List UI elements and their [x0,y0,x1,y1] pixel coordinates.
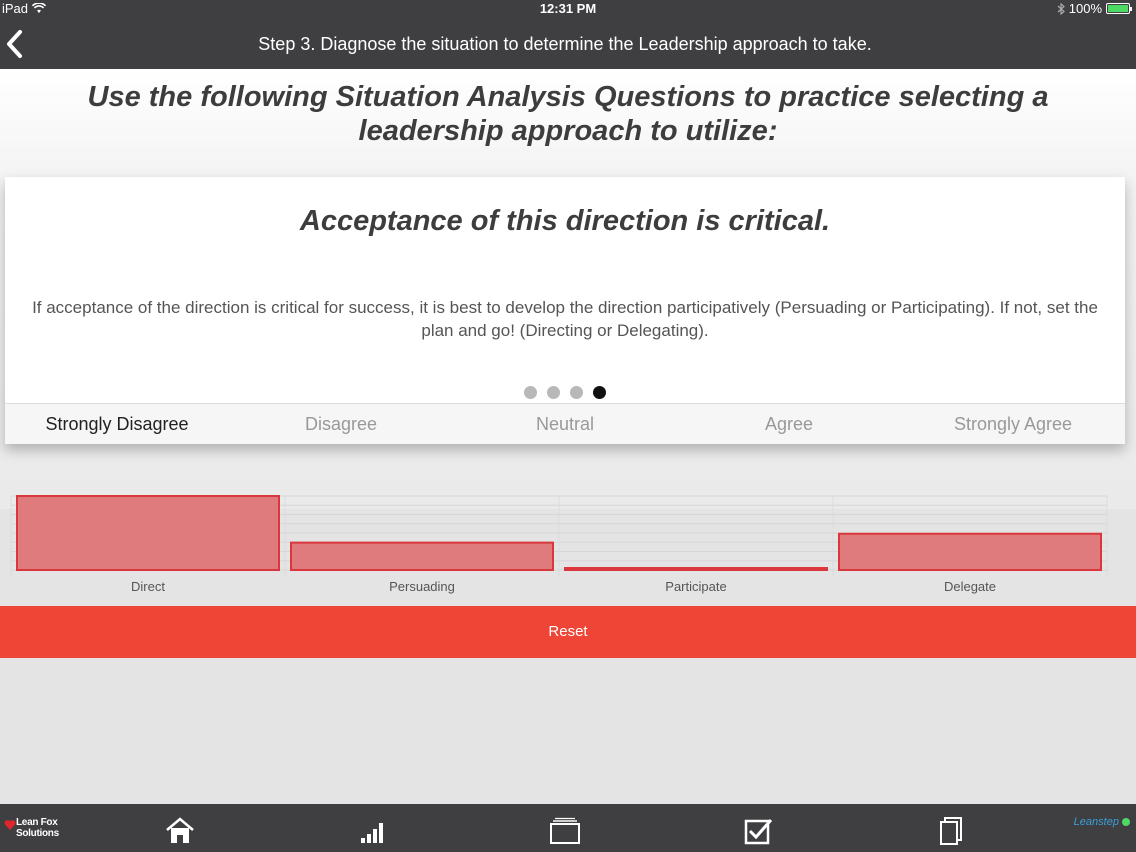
page-dot[interactable] [570,386,583,399]
battery-percent: 100% [1068,1,1102,16]
bar-participate [564,567,828,571]
status-time: 12:31 PM [539,1,597,16]
question-title: Acceptance of this direction is critical… [299,205,831,237]
x-tick-label: Direct [131,579,165,594]
x-tick-label: Participate [665,579,727,594]
x-tick-label: Persuading [389,579,455,594]
status-right: 100% [1057,1,1132,16]
status-dot-icon [1122,818,1130,827]
bar-direct [16,495,280,571]
chart-canvas [10,495,1108,576]
battery-icon [1106,3,1132,14]
bar-delegate [838,532,1102,571]
question-description: If acceptance of the direction is critic… [32,298,1098,340]
scale-option-neutral[interactable]: Neutral [453,404,677,444]
heart-icon [4,820,16,830]
logo-line-1: Lean Fox [16,817,58,828]
scale-option-agree[interactable]: Agree [677,404,901,444]
leanstep-text: Leanstep [1073,816,1119,828]
lean-fox-logo: Lean Fox Solutions [4,815,70,845]
scale-option-strongly-disagree[interactable]: Strongly Disagree [5,404,229,444]
documents-icon[interactable] [934,816,968,846]
agreement-scale[interactable]: Strongly Disagree Disagree Neutral Agree… [5,403,1125,444]
reset-button[interactable]: Reset [0,606,1136,658]
nav-title: Step 3. Diagnose the situation to determ… [258,34,872,54]
leanstep-logo: Leanstep [1074,816,1130,828]
scale-option-disagree[interactable]: Disagree [229,404,453,444]
question-card[interactable]: Acceptance of this direction is critical… [5,177,1125,444]
page-headline: Use the following Situation Analysis Que… [87,81,1049,147]
page-dot-active[interactable] [593,386,606,399]
approach-bar-chart: Direct Persuading Participate Delegate [0,478,1136,606]
stats-icon[interactable] [355,816,389,846]
home-icon[interactable] [163,816,197,846]
top-bar: iPad 12:31 PM 100% Step 3. Diagnose the … [0,0,1136,69]
checkbox-icon[interactable] [741,816,775,846]
page-dot[interactable] [524,386,537,399]
scale-option-strongly-agree[interactable]: Strongly Agree [901,404,1125,444]
logo-line-2: Solutions [16,828,59,839]
bluetooth-icon [1057,2,1065,15]
page-indicator[interactable] [5,386,1125,399]
bar-persuading [290,541,554,572]
cards-icon[interactable] [548,816,582,846]
page-dot[interactable] [547,386,560,399]
x-tick-label: Delegate [943,579,997,594]
